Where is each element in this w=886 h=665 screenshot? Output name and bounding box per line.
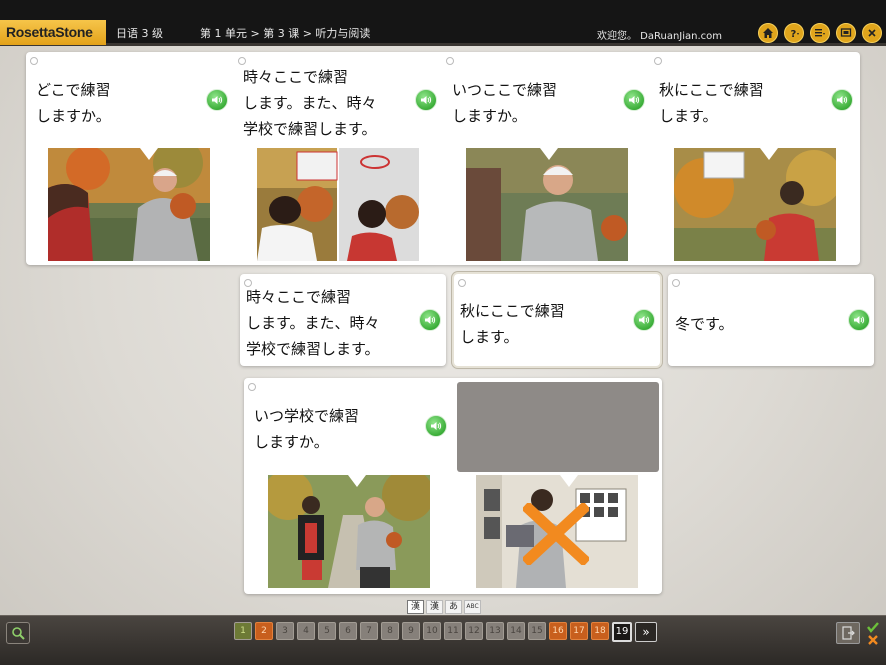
bottom-bar: 1 2 3 4 5 6 7 8 9 10 11 12 13 14 15 16 17 18 19»: [0, 615, 886, 665]
photo-two-players-park: [48, 148, 210, 261]
sound-icon[interactable]: [633, 309, 655, 331]
settings-icon[interactable]: [836, 23, 856, 43]
page-button-18[interactable]: 18: [591, 622, 609, 640]
sound-icon[interactable]: [848, 309, 870, 331]
pin-icon: [30, 57, 38, 65]
sound-icon[interactable]: [831, 89, 853, 111]
top-card-4[interactable]: 秋にここで練習 します。: [650, 52, 860, 265]
page-button-10[interactable]: 10: [423, 622, 441, 640]
page-button-5[interactable]: 5: [318, 622, 336, 640]
top-card-4-text: 秋にここで練習 します。: [659, 81, 764, 125]
page-button-19[interactable]: 19: [612, 622, 632, 642]
zoom-icon[interactable]: [6, 622, 30, 644]
sound-icon[interactable]: [425, 415, 447, 437]
close-icon[interactable]: [862, 23, 882, 43]
page-button-2[interactable]: 2: [255, 622, 273, 640]
page-button-11[interactable]: 11: [444, 622, 462, 640]
photo-player-with-ball: [466, 148, 628, 261]
script-option-kana[interactable]: あ: [445, 600, 462, 614]
empty-drop-slot[interactable]: [457, 382, 659, 472]
svg-text:?: ?: [791, 29, 797, 39]
bottom-card-text: いつ学校で練習 しますか。: [254, 407, 360, 451]
page-button-15[interactable]: 15: [528, 622, 546, 640]
page-button-8[interactable]: 8: [381, 622, 399, 640]
sound-icon[interactable]: [419, 309, 441, 331]
page-button-3[interactable]: 3: [276, 622, 294, 640]
top-card-3[interactable]: いつここで練習 しますか。: [442, 52, 650, 265]
page-button-17[interactable]: 17: [570, 622, 588, 640]
page-button-9[interactable]: 9: [402, 622, 420, 640]
top-toolbar: ?: [758, 23, 882, 43]
pin-icon: [458, 279, 466, 287]
middle-card-3-text: 冬です。: [675, 315, 734, 333]
script-option-romaji[interactable]: ABC: [464, 600, 481, 614]
exit-lesson-icon[interactable]: [836, 622, 860, 644]
pin-icon: [672, 279, 680, 287]
page-button-13[interactable]: 13: [486, 622, 504, 640]
pin-icon: [446, 57, 454, 65]
script-selector: 漢 漢 あ ABC: [407, 600, 481, 614]
pin-icon: [248, 383, 256, 391]
top-card-2-text: 時々ここで練習 します。また、時々 学校で練習します。: [243, 68, 377, 138]
sound-icon[interactable]: [206, 89, 228, 111]
rosetta-stone-logo: RosettaStone: [0, 20, 106, 45]
script-option-kanji-furigana[interactable]: 漢: [407, 600, 424, 614]
score-marks-icon: [867, 622, 879, 645]
top-bar: RosettaStone 日语 3 级 第 1 单元 > 第 3 课 > 听力与…: [0, 0, 886, 46]
incorrect-x-icon: [523, 503, 589, 565]
photo-autumn-court: [674, 148, 836, 261]
script-option-kanji[interactable]: 漢: [426, 600, 443, 614]
page-button-7[interactable]: 7: [360, 622, 378, 640]
page-button-4[interactable]: 4: [297, 622, 315, 640]
top-card-1[interactable]: どこで練習 しますか。: [26, 52, 234, 265]
photo-basketball-hoops: [257, 148, 419, 261]
photo-players-walking: [268, 475, 430, 588]
top-card-1-text: どこで練習 しますか。: [36, 81, 111, 125]
middle-card-2[interactable]: 秋にここで練習 します。: [454, 274, 660, 366]
breadcrumb: 第 1 单元 > 第 3 课 > 听力与阅读: [200, 27, 371, 40]
page-button-12[interactable]: 12: [465, 622, 483, 640]
top-card-2[interactable]: 時々ここで練習 します。また、時々 学校で練習します。: [234, 52, 442, 265]
sound-icon[interactable]: [415, 89, 437, 111]
menu-icon[interactable]: [810, 23, 830, 43]
sound-icon[interactable]: [623, 89, 645, 111]
top-card-3-text: いつここで練習 しますか。: [452, 81, 558, 125]
middle-card-1-text: 時々ここで練習 します。また、時々 学校で練習します。: [246, 288, 380, 358]
next-page-button[interactable]: »: [635, 622, 657, 642]
language-level: 日语 3 级: [116, 27, 163, 40]
welcome-text: 欢迎您。 DaRuanJian.com: [597, 31, 723, 42]
page-button-14[interactable]: 14: [507, 622, 525, 640]
screen-pager: 1 2 3 4 5 6 7 8 9 10 11 12 13 14 15 16 17 18 19»: [234, 622, 657, 642]
pin-icon: [654, 57, 662, 65]
home-icon[interactable]: [758, 23, 778, 43]
page-button-6[interactable]: 6: [339, 622, 357, 640]
middle-card-1[interactable]: 時々ここで練習 します。また、時々 学校で練習します。: [240, 274, 446, 366]
page-button-16[interactable]: 16: [549, 622, 567, 640]
help-icon[interactable]: ?: [784, 23, 804, 43]
page-button-1[interactable]: 1: [234, 622, 252, 640]
middle-card-3[interactable]: 冬です。: [668, 274, 874, 366]
middle-card-2-text: 秋にここで練習 します。: [460, 302, 565, 346]
